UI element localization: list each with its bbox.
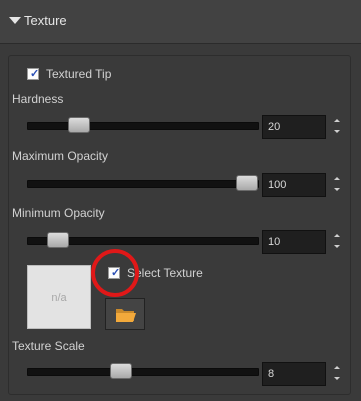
maximum-opacity-label: Maximum Opacity: [12, 149, 109, 163]
minimum-opacity-input[interactable]: 10: [262, 230, 326, 254]
texture-scale-slider-handle[interactable]: [110, 363, 132, 379]
texture-section-header[interactable]: Texture: [0, 0, 361, 44]
spin-up-icon[interactable]: [334, 119, 340, 122]
browse-texture-button[interactable]: [105, 298, 145, 330]
texture-scale-slider-track[interactable]: [27, 368, 259, 376]
hardness-value: 20: [268, 121, 281, 133]
minimum-opacity-slider-handle[interactable]: [47, 232, 69, 248]
texture-scale-input[interactable]: 8: [262, 362, 326, 386]
texture-scale-value: 8: [268, 368, 275, 380]
texture-scale-spinner[interactable]: [331, 362, 345, 386]
maximum-opacity-slider-track[interactable]: [27, 180, 259, 188]
minimum-opacity-value: 10: [268, 236, 281, 248]
maximum-opacity-slider-handle[interactable]: [236, 175, 258, 191]
hardness-slider-track[interactable]: [27, 122, 259, 130]
spin-down-icon[interactable]: [334, 245, 340, 248]
spin-down-icon[interactable]: [334, 188, 340, 191]
spin-up-icon[interactable]: [334, 177, 340, 180]
spin-down-icon[interactable]: [334, 130, 340, 133]
select-texture-label: Select Texture: [127, 266, 203, 280]
hardness-input[interactable]: 20: [262, 115, 326, 139]
section-title: Texture: [24, 13, 67, 28]
checkmark-icon: ✓: [30, 68, 40, 80]
texture-preview-text: n/a: [51, 292, 67, 304]
hardness-label: Hardness: [12, 92, 64, 106]
spin-up-icon[interactable]: [334, 234, 340, 237]
maximum-opacity-spinner[interactable]: [331, 173, 345, 197]
select-texture-checkbox[interactable]: ✓: [108, 267, 120, 279]
minimum-opacity-label: Minimum Opacity: [12, 206, 105, 220]
textured-tip-label: Textured Tip: [46, 67, 112, 81]
spin-down-icon[interactable]: [334, 377, 340, 380]
checkmark-icon: ✓: [111, 267, 121, 279]
hardness-spinner[interactable]: [331, 115, 345, 139]
texture-scale-label: Texture Scale: [12, 339, 85, 353]
minimum-opacity-spinner[interactable]: [331, 230, 345, 254]
maximum-opacity-input[interactable]: 100: [262, 173, 326, 197]
texture-preview: n/a: [27, 265, 91, 329]
triangle-down-icon[interactable]: [9, 17, 21, 24]
spin-up-icon[interactable]: [334, 366, 340, 369]
maximum-opacity-value: 100: [268, 179, 287, 191]
hardness-slider-handle[interactable]: [68, 117, 90, 133]
textured-tip-checkbox[interactable]: ✓: [27, 68, 39, 80]
folder-icon: [116, 309, 136, 322]
